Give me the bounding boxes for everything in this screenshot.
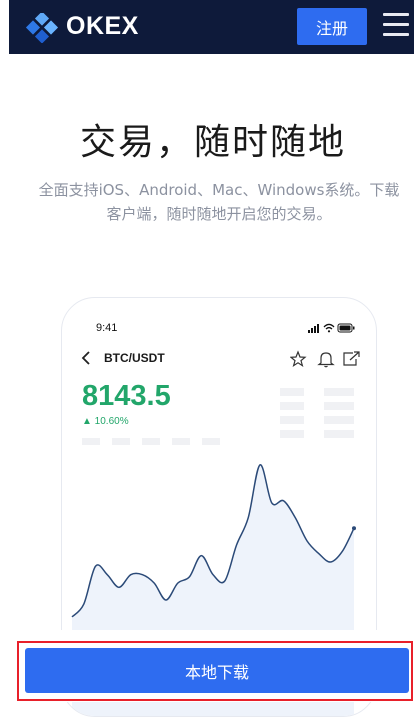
trading-pair: BTC/USDT	[104, 351, 165, 365]
latest-price-point	[352, 526, 356, 531]
status-time: 9:41	[96, 322, 118, 334]
bell-icon[interactable]	[317, 352, 335, 368]
star-icon[interactable]	[290, 350, 307, 367]
register-button[interactable]: 注册	[297, 8, 367, 45]
hero-description: 全面支持iOS、Android、Mac、Windows系统。下载客户端，随时随地…	[38, 181, 400, 223]
page-title: 交易，随时随地	[79, 122, 346, 163]
placeholder-skeleton	[82, 388, 354, 445]
top-navigation-bar: OKEX 注册	[9, 0, 414, 54]
pair-action-icons	[290, 350, 360, 368]
status-bar-icons	[308, 323, 355, 333]
local-download-button[interactable]: 本地下载	[25, 648, 409, 693]
okex-logo-icon[interactable]	[25, 13, 59, 43]
share-icon[interactable]	[343, 351, 360, 366]
brand-name[interactable]: OKEX	[66, 12, 139, 41]
back-arrow-icon[interactable]	[80, 350, 92, 366]
hamburger-menu-icon[interactable]	[383, 13, 409, 39]
